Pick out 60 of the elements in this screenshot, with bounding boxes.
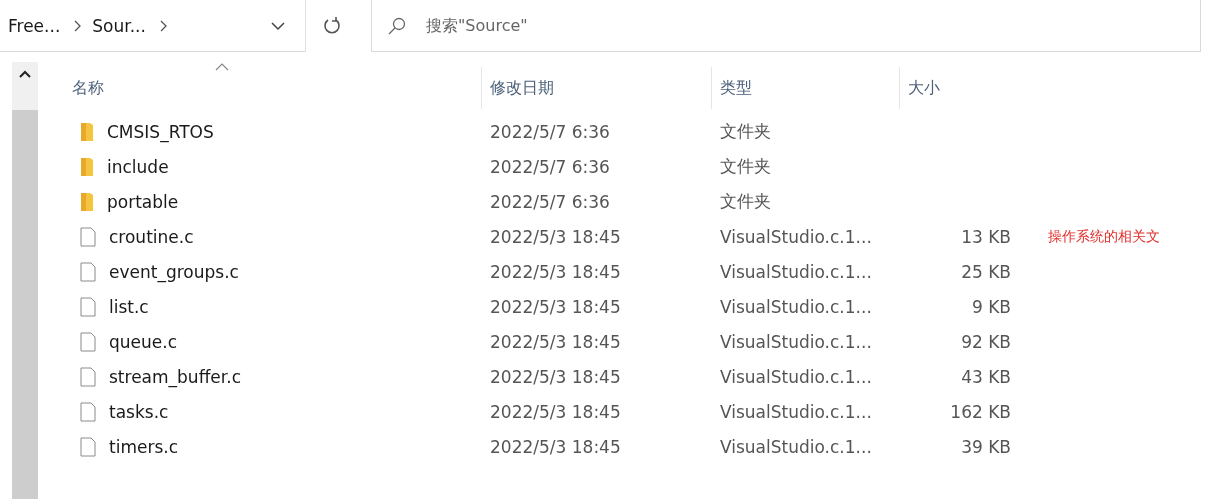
size-cell-text: 92 KB [960,331,1012,352]
file-name[interactable]: CMSIS_RTOS [98,121,214,142]
file-icon [80,401,96,422]
type-cell-text: 文件夹 [719,190,772,213]
type-cell-text: 文件夹 [719,120,772,143]
date-cell-text: 2022/5/3 18:45 [489,226,622,247]
type-cell-text: VisualStudio.c.1... [719,366,873,387]
file-name[interactable]: stream_buffer.c [100,366,241,387]
date-cell-text: 2022/5/3 18:45 [489,366,622,387]
type-cell-text: VisualStudio.c.1... [719,331,873,352]
date-cell-text: 2022/5/3 18:45 [489,401,622,422]
date-cell-text: 2022/5/7 6:36 [489,121,611,142]
file-icon [80,366,96,387]
file-name[interactable]: tasks.c [100,401,169,422]
folder-icon [80,156,94,177]
file-icon [80,296,96,317]
file-name[interactable]: timers.c [100,436,178,457]
date-cell-text: 2022/5/3 18:45 [489,296,622,317]
size-cell-text: 39 KB [960,436,1012,457]
folder-icon [80,121,94,142]
folder-icon [80,191,94,212]
type-cell-text: VisualStudio.c.1... [719,261,873,282]
search-icon [388,16,406,35]
breadcrumb-item[interactable]: Sour... [92,15,146,36]
chevron-down-icon[interactable] [271,20,285,31]
search-field[interactable]: 搜索"Source" [371,0,1201,52]
file-icon [80,331,96,352]
file-name[interactable]: queue.c [100,331,177,352]
size-cell-text: 13 KB [960,226,1012,247]
size-cell-text: 9 KB [970,296,1012,317]
date-cell-text: 2022/5/7 6:36 [489,156,611,177]
file-name[interactable]: include [98,156,169,177]
column-header[interactable]: 修改日期 [481,67,711,109]
date-cell-text: 2022/5/3 18:45 [489,331,622,352]
date-cell-text: 2022/5/3 18:45 [489,436,622,457]
size-cell-text: 25 KB [960,261,1012,282]
type-cell-text: VisualStudio.c.1... [719,401,873,422]
date-cell-text: 2022/5/7 6:36 [489,191,611,212]
date-cell-text: 2022/5/3 18:45 [489,261,622,282]
chevron-right-icon [72,19,83,32]
file-name[interactable]: croutine.c [100,226,194,247]
file-name[interactable]: list.c [100,296,149,317]
column-header[interactable]: 名称 [72,67,481,109]
annotation-text: 操作系统的相关文 [1047,227,1161,246]
type-cell-text: VisualStudio.c.1... [719,296,873,317]
type-cell-text: 文件夹 [719,155,772,178]
file-icon [80,436,96,457]
refresh-icon [321,16,342,36]
type-cell-text: VisualStudio.c.1... [719,436,873,457]
size-cell-text: 162 KB [949,401,1012,422]
chevron-up-icon [19,70,31,78]
column-header[interactable]: 类型 [711,67,899,109]
breadcrumb-item[interactable]: Free... [8,15,61,36]
file-icon [80,261,96,282]
file-icon [80,226,96,247]
size-cell-text: 43 KB [960,366,1012,387]
file-name[interactable]: portable [98,191,179,212]
column-header[interactable]: 大小 [899,67,1023,109]
type-cell-text: VisualStudio.c.1... [719,226,873,247]
file-name[interactable]: event_groups.c [100,261,239,282]
